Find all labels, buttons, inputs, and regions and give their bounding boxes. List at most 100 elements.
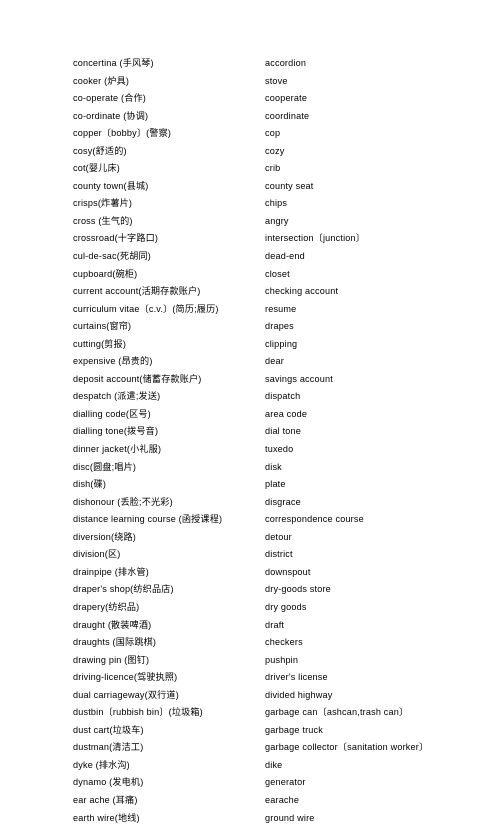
glossary-entry: cot(婴儿床) crib	[0, 160, 500, 178]
glossary-entry: draughts (国际跳棋) checkers	[0, 634, 500, 652]
glossary-entry: drainpipe (排水管) downspout	[0, 564, 500, 582]
entry-term-american: disk	[265, 461, 282, 472]
glossary-entry: dialling code(区号) area code	[0, 406, 500, 424]
entry-term-american: angry	[265, 215, 289, 226]
entry-term-british: dialling code(区号)	[73, 408, 151, 419]
glossary-entry: diversion(绕路) detour	[0, 529, 500, 547]
glossary-entry: dinner jacket(小礼服) tuxedo	[0, 441, 500, 459]
entry-term-british: curriculum vitae〔c.v.〕(简历;履历)	[73, 303, 219, 314]
entry-term-british: drawing pin (图钉)	[73, 654, 150, 665]
entry-term-american: draft	[265, 619, 285, 630]
glossary-entry: dust cart(垃圾车) garbage truck	[0, 722, 500, 740]
entry-term-british: division(区)	[73, 549, 121, 560]
entry-term-american: checkers	[265, 637, 303, 648]
entry-term-british: crisps(炸薯片)	[73, 198, 133, 209]
glossary-entry: county town(县城) county seat	[0, 178, 500, 196]
glossary-entry: driving-licence(驾驶执照) driver's license	[0, 669, 500, 687]
glossary-entry: co-operate (合作) cooperate	[0, 90, 500, 108]
entry-term-british: ear ache (耳痛)	[73, 794, 138, 805]
entry-term-british: dustman(清洁工)	[73, 742, 144, 753]
glossary-entry: cooker (炉具) stove	[0, 73, 500, 91]
entry-term-american: stove	[265, 75, 288, 86]
glossary-entry: dynamo (发电机) generator	[0, 774, 500, 792]
entry-term-american: coordinate	[265, 110, 310, 121]
glossary-entry: copper〔bobby〕(警察) cop	[0, 125, 500, 143]
entry-term-american: generator	[265, 777, 306, 788]
entry-term-american: divided highway	[265, 689, 333, 700]
glossary-entry: dialling tone(拨号音) dial tone	[0, 423, 500, 441]
glossary-entry: ear ache (耳痛) earache	[0, 792, 500, 810]
entry-term-british: curtains(窗帘)	[73, 321, 132, 332]
glossary-entry: co-ordinate (协调) coordinate	[0, 108, 500, 126]
glossary-entry: earth wire(地线) ground wire	[0, 810, 500, 827]
glossary-entry: cul-de-sac(死胡同) dead-end	[0, 248, 500, 266]
glossary-entry: disc(圆盘;唱片) disk	[0, 459, 500, 477]
entry-term-british: disc(圆盘;唱片)	[73, 461, 137, 472]
entry-term-american: accordion	[265, 58, 307, 68]
glossary-entry: division(区) district	[0, 546, 500, 564]
entry-term-british: co-operate (合作)	[73, 93, 146, 104]
glossary-entry: draper's shop(纺织品店) dry-goods store	[0, 581, 500, 599]
entry-term-british: crossroad(十字路口)	[73, 233, 159, 244]
entry-term-british: copper〔bobby〕(警察)	[73, 128, 172, 139]
entry-term-american: county seat	[265, 180, 314, 191]
glossary-entry: draught (散装啤酒) draft	[0, 617, 500, 635]
entry-term-american: chips	[265, 198, 288, 209]
entry-term-british: dual carriageway(双行道)	[73, 689, 179, 700]
entry-term-american: detour	[265, 531, 292, 542]
entry-term-american: drapes	[265, 321, 294, 332]
entry-term-british: driving-licence(驾驶执照)	[73, 672, 178, 683]
entry-term-british: cosy(舒适的)	[73, 145, 127, 156]
glossary-entry: dishonour (丢脸;不光彩) disgrace	[0, 494, 500, 512]
entry-term-american: garbage collector〔sanitation worker〕	[265, 742, 429, 753]
glossary-entry: distance learning course (函授课程) correspon…	[0, 511, 500, 529]
entry-term-british: cutting(剪报)	[73, 338, 127, 349]
glossary-entry: expensive (昂贵的) dear	[0, 353, 500, 371]
entry-term-american: resume	[265, 303, 297, 314]
glossary-entry: crisps(炸薯片) chips	[0, 195, 500, 213]
entry-term-british: dynamo (发电机)	[73, 777, 144, 788]
entry-term-british: dyke (排水沟)	[73, 759, 130, 770]
entry-term-british: county town(县城)	[73, 180, 149, 191]
entry-term-british: co-ordinate (协调)	[73, 110, 149, 121]
entry-term-american: correspondence course	[265, 514, 364, 525]
entry-term-american: clipping	[265, 338, 298, 349]
glossary-entry: crossroad(十字路口) intersection〔junction〕	[0, 230, 500, 248]
entry-term-british: earth wire(地线)	[73, 812, 140, 823]
entry-term-british: distance learning course (函授课程)	[73, 514, 223, 525]
entry-term-british: cross (生气的)	[73, 215, 133, 226]
entry-term-american: dry goods	[265, 601, 307, 612]
entry-term-american: checking account	[265, 286, 339, 297]
entry-term-american: earache	[265, 794, 300, 805]
entry-term-british: draught (散装啤酒)	[73, 619, 152, 630]
entry-term-american: dead-end	[265, 251, 305, 262]
entry-term-british: cooker (炉具)	[73, 75, 130, 86]
glossary-entry: cutting(剪报) clipping	[0, 336, 500, 354]
glossary-entry: dish(碟) plate	[0, 476, 500, 494]
glossary-entry: current account(活期存款账户) checking account	[0, 283, 500, 301]
entry-term-british: draughts (国际跳棋)	[73, 637, 157, 648]
glossary-list: concertina (手风琴) accordion cooker (炉具) stov…	[0, 55, 500, 827]
glossary-entry: cosy(舒适的) cozy	[0, 143, 500, 161]
entry-term-british: dinner jacket(小礼服)	[73, 444, 162, 455]
entry-term-american: area code	[265, 408, 308, 419]
entry-term-british: dust cart(垃圾车)	[73, 724, 144, 735]
entry-term-american: downspout	[265, 566, 311, 577]
entry-term-american: pushpin	[265, 654, 299, 665]
entry-term-british: dish(碟)	[73, 479, 107, 490]
glossary-entry: dual carriageway(双行道) divided highway	[0, 687, 500, 705]
entry-term-american: disgrace	[265, 496, 301, 507]
entry-term-british: cot(婴儿床)	[73, 163, 120, 174]
entry-term-british: dialling tone(拨号音)	[73, 426, 159, 437]
entry-term-british: deposit account(储蓄存款账户)	[73, 373, 202, 384]
entry-term-british: expensive (昂贵的)	[73, 356, 153, 367]
entry-term-american: cozy	[265, 145, 285, 156]
entry-term-american: dispatch	[265, 391, 301, 402]
glossary-entry: dustman(清洁工) garbage collector〔sanitation…	[0, 739, 500, 757]
entry-term-american: district	[265, 549, 293, 560]
entry-term-american: intersection〔junction〕	[265, 233, 366, 244]
glossary-entry: drapery(纺织品) dry goods	[0, 599, 500, 617]
entry-term-british: cupboard(碗柜)	[73, 268, 138, 279]
glossary-entry: deposit account(储蓄存款账户) savings account	[0, 371, 500, 389]
glossary-entry: cross (生气的) angry	[0, 213, 500, 231]
